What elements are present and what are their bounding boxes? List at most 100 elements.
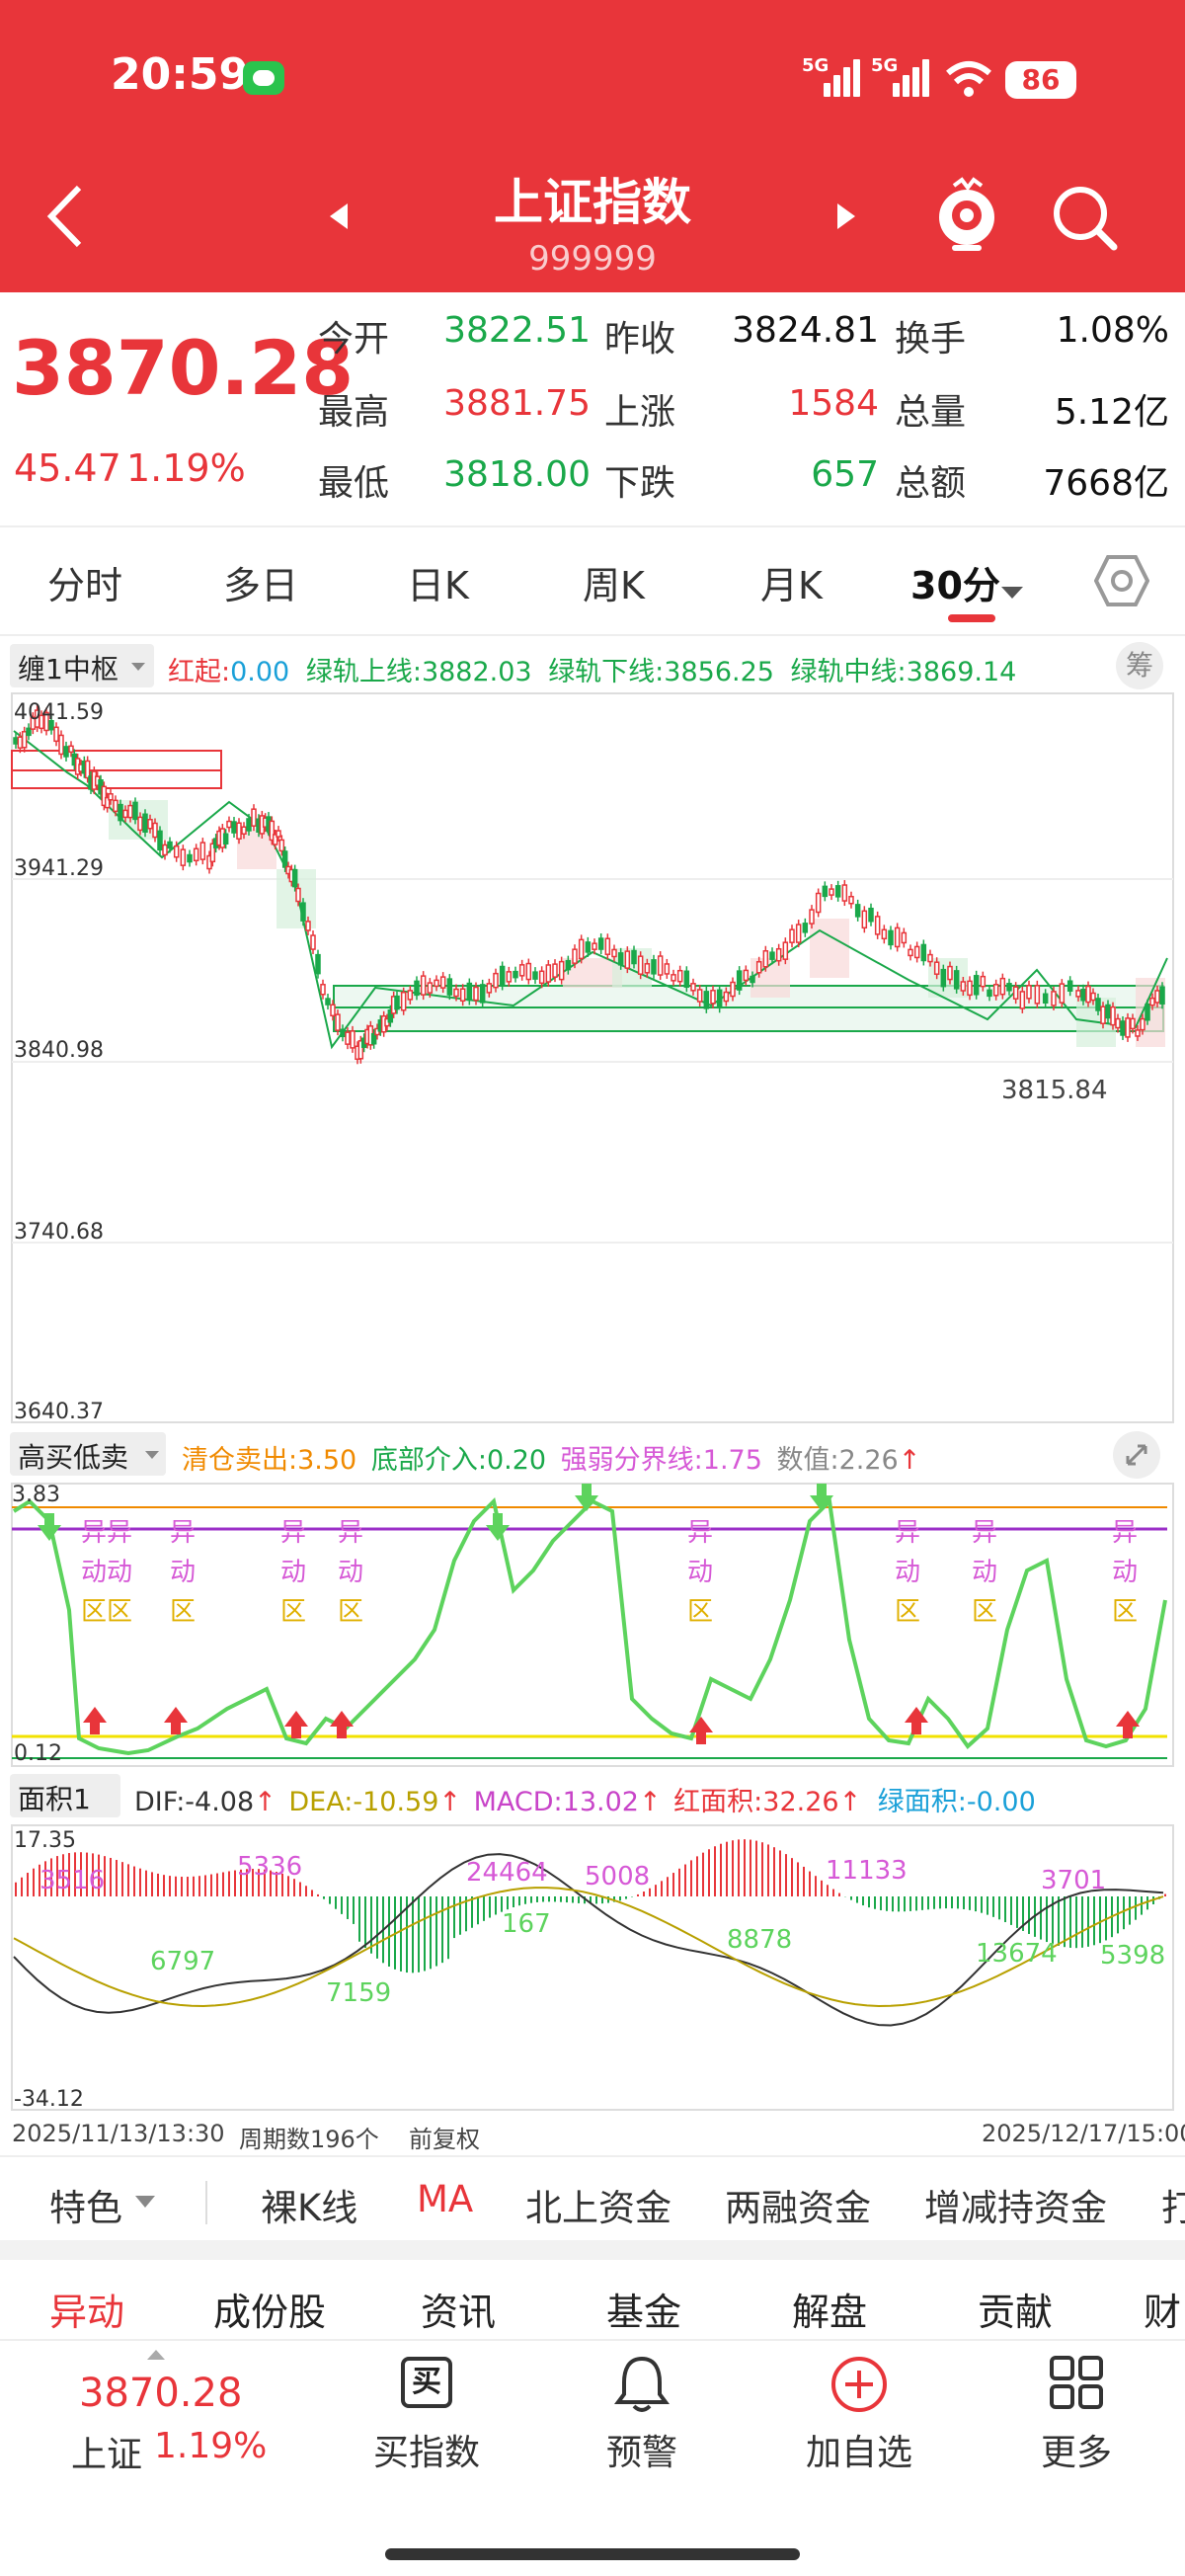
zone-char: 异: [895, 1518, 920, 1548]
quote-value: 3822.51: [443, 310, 591, 351]
zone-char: 异: [687, 1518, 713, 1548]
index-code: 999999: [528, 239, 657, 279]
buy-arrow-icon: [164, 1707, 188, 1734]
feature-tab-ma[interactable]: MA: [417, 2178, 473, 2220]
dea-value: -10.59: [353, 1787, 439, 1817]
quote-label: 下跌: [604, 463, 676, 504]
add-circle-icon: [831, 2357, 887, 2412]
feature-tab-margin[interactable]: 两融资金: [725, 2178, 871, 2231]
buy-icon: 买: [401, 2357, 452, 2408]
numeric-value: 2.26: [838, 1445, 899, 1476]
zone-char: 动: [280, 1558, 306, 1587]
period-tab[interactable]: 日K: [407, 555, 469, 609]
info-tab-analysis[interactable]: 解盘: [792, 2282, 867, 2336]
next-index-icon[interactable]: [835, 201, 857, 231]
zone-char: 区: [170, 1597, 196, 1627]
period-tab[interactable]: 30分: [910, 555, 1000, 609]
gaomai-dimai-chart[interactable]: 异动区 异动区 异动区 异动区 异动区 异动区 异动区 异动区 异动区 3.83 0.12: [0, 1482, 1185, 1768]
info-tab-finance[interactable]: 财: [1144, 2282, 1181, 2336]
quote-value: 3824.81: [732, 310, 879, 351]
dif-label: DIF:: [134, 1787, 186, 1817]
zone-char: 异: [280, 1518, 306, 1548]
zone-char: 异: [81, 1518, 107, 1548]
macd-label: MACD:: [473, 1787, 563, 1817]
candlestick-chart[interactable]: 4041.59 3941.29 3840.98 3740.68 3640.37 …: [0, 691, 1185, 1424]
nav-buy-index[interactable]: 买 买指数: [357, 2349, 496, 2487]
sell-arrow-icon: [38, 1513, 61, 1541]
red-area-label: 红面积:: [673, 1787, 763, 1817]
signal-5g-icon-2: 5G: [871, 55, 930, 97]
feature-tab-holdings[interactable]: 增减持资金: [924, 2178, 1107, 2231]
info-tab-funds[interactable]: 基金: [606, 2282, 681, 2336]
nav-add-label: 加自选: [805, 2433, 912, 2473]
chevron-down-icon[interactable]: [999, 585, 1025, 601]
section-divider-3: [0, 2155, 1185, 2157]
assistant-mascot-icon[interactable]: [932, 176, 1001, 255]
chevron-up-icon[interactable]: [146, 2349, 166, 2361]
chip-distribution-button[interactable]: 筹: [1116, 642, 1163, 689]
period-tab[interactable]: 月K: [760, 555, 823, 609]
quote-value: 1.08%: [1056, 310, 1169, 351]
sub2-y-top: 17.35: [14, 1828, 76, 1853]
signal-label-2: 5G: [871, 55, 899, 76]
nav-more[interactable]: 更多: [1007, 2349, 1146, 2487]
sell-arrow-icon: [486, 1513, 510, 1541]
buy-arrow-icon: [330, 1711, 354, 1738]
green-area-value: -0.00: [966, 1787, 1036, 1817]
active-tab-indicator: [948, 614, 995, 622]
nav-alert[interactable]: 预警: [573, 2349, 711, 2487]
bottom-buy-value: 0.20: [486, 1445, 547, 1476]
sub2-y-bottom: -34.12: [14, 2087, 84, 2112]
axis-start-date: 2025/11/13/13:30: [12, 2120, 225, 2147]
main-indicator-selector[interactable]: 缠1中枢: [10, 644, 154, 687]
current-price: 3870.28: [12, 324, 355, 412]
feature-tab-more[interactable]: 打: [1161, 2178, 1185, 2231]
red-area-label: 3701: [1041, 1866, 1106, 1895]
quote-label: 昨收: [604, 319, 676, 360]
period-tab[interactable]: 分时: [47, 555, 122, 609]
quote-label: 总额: [895, 463, 967, 504]
period-tab[interactable]: 周K: [583, 555, 645, 609]
numeric-label: 数值:: [776, 1445, 839, 1476]
sub-indicator2-selector[interactable]: 面积1: [10, 1774, 120, 1817]
period-tab[interactable]: 多日: [223, 555, 298, 609]
red-area-label: 11133: [826, 1856, 908, 1886]
sub-indicator2-name: 面积1: [18, 1783, 91, 1815]
macd-area-chart[interactable]: 3516 5336 24464 5008 11133 3701 6797 7159 167 887…: [0, 1823, 1185, 2112]
app-root: 20:59 5G 5G 86 上证指数 999999 3870.28 45.47…: [0, 0, 1185, 2576]
main-indicator-name: 缠1中枢: [18, 653, 118, 685]
sub-indicator2-values: DIF:-4.08↑ DEA:-10.59↑ MACD:13.02↑ 红面积:3…: [134, 1787, 1036, 1817]
red-area-label: 24464: [466, 1858, 548, 1888]
sub-indicator1-selector[interactable]: 高买低卖: [10, 1432, 166, 1476]
hongqi-value: 0.00: [230, 657, 290, 687]
info-tab-constituents[interactable]: 成份股: [213, 2282, 326, 2336]
info-tab-abnormal[interactable]: 异动: [49, 2282, 124, 2336]
nav-price: 3870.28: [79, 2371, 243, 2416]
info-tab-news[interactable]: 资讯: [421, 2282, 496, 2336]
grid-icon: [1050, 2356, 1103, 2409]
hongqi-label: 红起:: [168, 657, 231, 687]
expand-icon[interactable]: [1112, 1430, 1161, 1480]
green-area-label: 绿面积:: [877, 1787, 967, 1817]
nav-add-watchlist[interactable]: 加自选: [790, 2349, 928, 2487]
sub-indicator1-values: 清仓卖出:3.50 底部介入:0.20 强弱分界线:1.75 数值:2.26↑: [182, 1445, 921, 1476]
buy-arrow-icon: [1116, 1711, 1140, 1738]
section-divider-4: [0, 2339, 1185, 2341]
feature-tab-special[interactable]: 特色: [49, 2178, 122, 2231]
nav-more-label: 更多: [1040, 2433, 1112, 2473]
y-label-bottom: 3640.37: [14, 1400, 104, 1424]
wifi-icon: [946, 61, 991, 97]
divide-line-value: 1.75: [702, 1445, 762, 1476]
tab-separator: [205, 2181, 207, 2224]
feature-tab-northbound[interactable]: 北上资金: [525, 2178, 672, 2231]
zone-char: 动: [895, 1558, 920, 1587]
settings-hexagon-icon[interactable]: [1094, 553, 1149, 608]
mid-rail-value: 3869.14: [906, 657, 1017, 687]
search-icon[interactable]: [1051, 184, 1118, 251]
green-area-label: 13674: [976, 1939, 1058, 1969]
feature-tab-naked-k[interactable]: 裸K线: [261, 2178, 357, 2231]
buy-arrow-icon: [284, 1711, 308, 1738]
info-tab-contribution[interactable]: 贡献: [978, 2282, 1053, 2336]
lower-rail-value: 3856.25: [664, 657, 774, 687]
home-indicator[interactable]: [385, 2548, 800, 2560]
